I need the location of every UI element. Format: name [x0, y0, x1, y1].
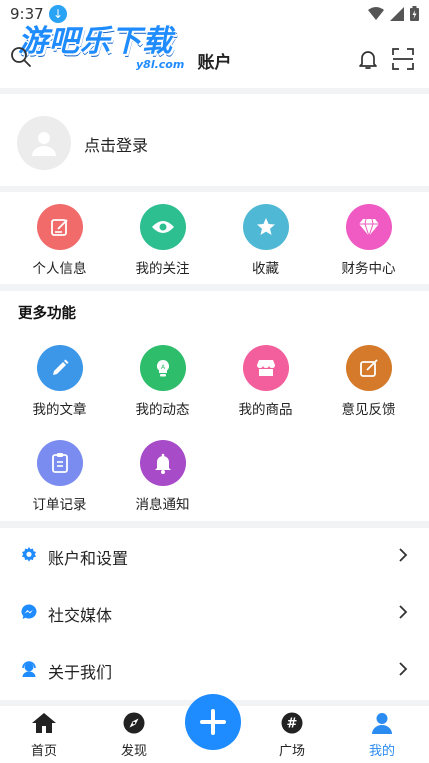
- default-avatar-icon: [32, 132, 56, 156]
- more-item-products[interactable]: 我的商品: [214, 345, 317, 418]
- shop-icon: [242, 345, 289, 391]
- more-item-label: 订单记录: [32, 497, 87, 513]
- bell-icon: [139, 440, 186, 486]
- more-item-activity[interactable]: A 我的动态: [111, 345, 214, 418]
- pencil-icon: [36, 345, 83, 391]
- more-item-label: 消息通知: [135, 497, 190, 513]
- eye-icon: [139, 204, 186, 250]
- hashtag-icon: #: [281, 712, 303, 734]
- star-icon: [242, 204, 289, 250]
- tab-label: 发现: [120, 744, 147, 759]
- more-item-articles[interactable]: 我的文章: [8, 345, 111, 418]
- more-item-orders[interactable]: 订单记录: [8, 440, 111, 513]
- header: 游吧乐下载 y8l.com 账户: [0, 24, 429, 88]
- more-functions: 更多功能 我的文章 A 我的动态 我的商品 意见反馈 订单记录 消息通知: [0, 291, 429, 521]
- more-item-label: 我的动态: [135, 402, 190, 418]
- edit-icon: [36, 204, 83, 250]
- more-item-label: 意见反馈: [341, 402, 396, 418]
- support-icon: [22, 661, 36, 677]
- quick-item-profile[interactable]: 个人信息: [8, 204, 111, 277]
- quick-item-favorites[interactable]: 收藏: [214, 204, 317, 277]
- notification-bell-icon[interactable]: [357, 48, 379, 70]
- tab-discover[interactable]: 发现: [94, 712, 174, 759]
- settings-row-label: 关于我们: [48, 663, 113, 682]
- quick-item-label: 财务中心: [341, 261, 396, 277]
- feedback-icon: [345, 345, 392, 391]
- settings-row-about[interactable]: 关于我们: [0, 642, 429, 698]
- login-link[interactable]: 点击登录: [84, 132, 148, 156]
- quick-item-label: 我的关注: [135, 261, 190, 277]
- chevron-right-icon: [399, 605, 408, 619]
- quick-item-finance[interactable]: 财务中心: [317, 204, 420, 277]
- settings-list: 账户和设置 社交媒体 关于我们: [0, 528, 429, 700]
- bottom-tab-bar: 首页 发现 # 广场 我的: [0, 694, 429, 763]
- quick-item-following[interactable]: 我的关注: [111, 204, 214, 277]
- tab-label: 我的: [368, 744, 395, 759]
- tab-mine[interactable]: 我的: [342, 712, 422, 759]
- battery-icon: [410, 6, 419, 21]
- settings-row-label: 社交媒体: [48, 606, 113, 625]
- settings-row-account[interactable]: 账户和设置: [0, 528, 429, 584]
- tab-plaza[interactable]: # 广场: [252, 712, 332, 759]
- quick-actions: 个人信息 我的关注 收藏 财务中心: [0, 192, 429, 284]
- messenger-icon: [21, 604, 37, 619]
- settings-row-label: 账户和设置: [48, 549, 129, 568]
- signal-icon: [390, 6, 404, 21]
- quick-item-label: 个人信息: [32, 261, 87, 277]
- more-item-feedback[interactable]: 意见反馈: [317, 345, 420, 418]
- more-item-label: 我的文章: [32, 402, 87, 418]
- tab-label: 首页: [30, 744, 57, 759]
- gear-icon: [22, 547, 36, 562]
- tab-label: 广场: [278, 744, 305, 759]
- tab-home[interactable]: 首页: [4, 712, 84, 759]
- login-card[interactable]: 点击登录: [0, 94, 429, 186]
- wifi-icon: [368, 6, 384, 20]
- section-title: 更多功能: [18, 306, 76, 322]
- diamond-icon: [345, 204, 392, 250]
- add-post-button[interactable]: [185, 694, 241, 750]
- home-icon: [32, 713, 56, 733]
- more-item-label: 我的商品: [238, 402, 293, 418]
- user-icon: [372, 713, 392, 734]
- chevron-right-icon: [399, 662, 408, 676]
- chevron-right-icon: [399, 548, 408, 562]
- clipboard-icon: [36, 440, 83, 486]
- more-item-messages[interactable]: 消息通知: [111, 440, 214, 513]
- system-icons: [368, 6, 419, 21]
- svg-text:#: #: [287, 717, 298, 732]
- scan-icon[interactable]: [392, 48, 414, 70]
- compass-icon: [123, 712, 145, 734]
- plus-icon: [200, 709, 226, 735]
- quick-item-label: 收藏: [252, 261, 279, 277]
- settings-row-social[interactable]: 社交媒体: [0, 585, 429, 641]
- avatar[interactable]: [17, 116, 71, 170]
- lightbulb-icon: A: [139, 345, 186, 391]
